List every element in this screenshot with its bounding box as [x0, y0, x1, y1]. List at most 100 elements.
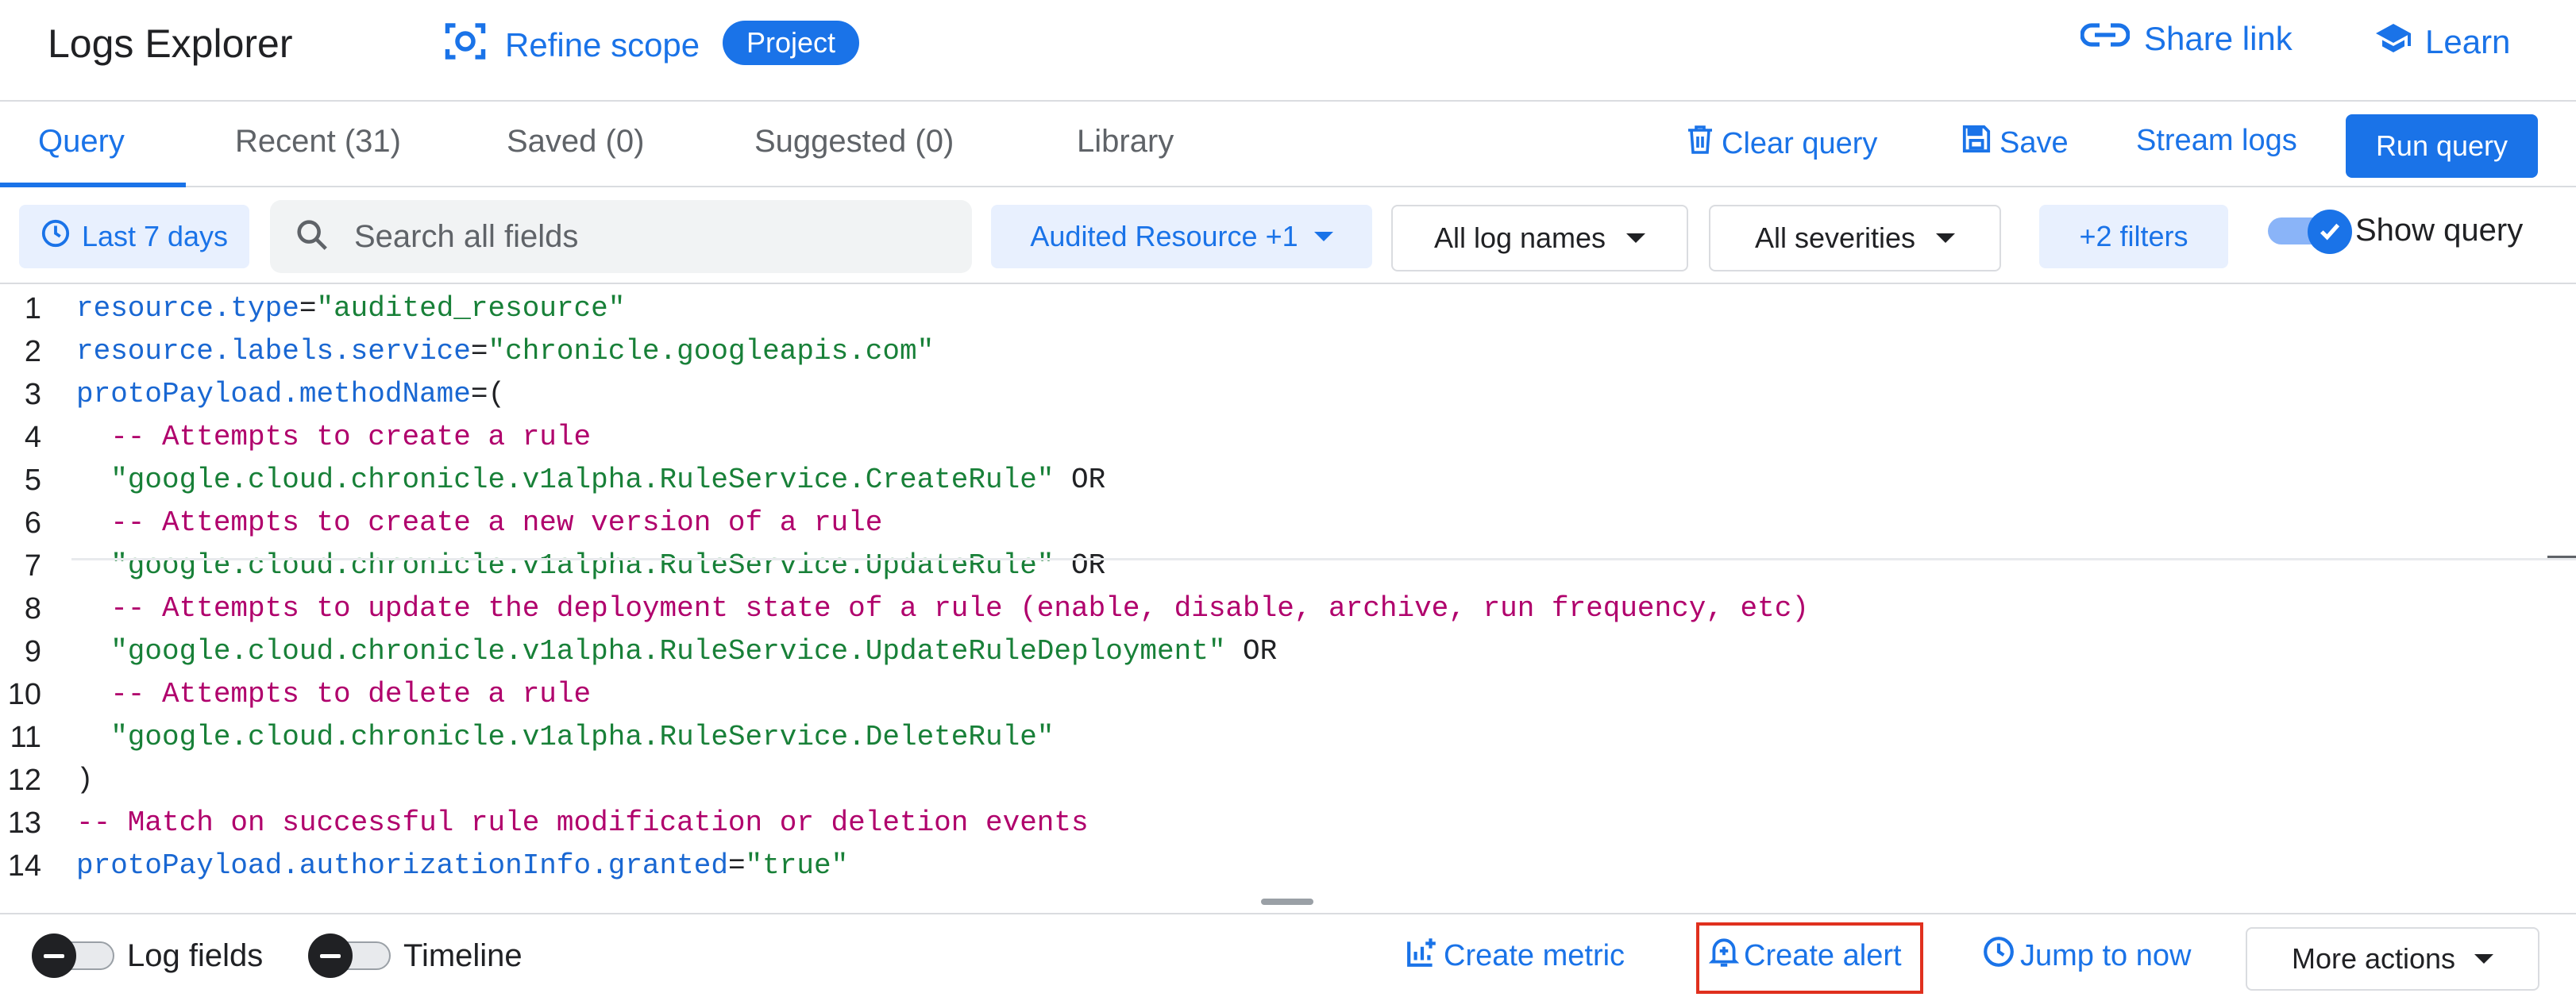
search-input[interactable]: [354, 218, 958, 255]
school-icon: [2374, 19, 2412, 65]
time-range-button[interactable]: Last 7 days: [19, 205, 249, 268]
active-tab-indicator: [0, 183, 186, 187]
toggle-switch-on[interactable]: [2268, 210, 2352, 254]
severities-dropdown[interactable]: All severities: [1709, 205, 2001, 271]
tab-recent[interactable]: Recent (31): [235, 124, 401, 160]
save-button[interactable]: Save: [1961, 124, 2069, 162]
code-line[interactable]: 14 protoPayload.authorizationInfo.granted…: [0, 845, 2576, 887]
project-badge[interactable]: Project: [723, 21, 860, 65]
code-line[interactable]: 4 -- Attempts to create a rule: [0, 416, 2576, 459]
code-text: "google.cloud.chronicle.v1alpha.RuleServ…: [76, 630, 1277, 673]
code-token-comment: -- Attempts to update the deployment sta…: [76, 592, 1809, 625]
code-line[interactable]: 2 resource.labels.service="chronicle.goog…: [0, 330, 2576, 373]
resource-dropdown[interactable]: Audited Resource +1: [991, 205, 1372, 268]
code-text: -- Attempts to update the deployment sta…: [76, 587, 1809, 630]
code-line[interactable]: 1 resource.type="audited_resource": [0, 287, 2576, 330]
tab-library[interactable]: Library: [1077, 124, 1174, 160]
refine-scope-label: Refine scope: [505, 26, 700, 64]
toggle-switch-off[interactable]: [32, 933, 114, 978]
tab-query[interactable]: Query: [38, 124, 125, 160]
line-number: 6: [24, 506, 41, 540]
code-token-op: ): [76, 764, 94, 796]
learn-button[interactable]: Learn: [2374, 19, 2510, 65]
jump-to-now-label: Jump to now: [2020, 938, 2192, 972]
refine-scope-button[interactable]: Refine scope: [442, 17, 700, 73]
code-token-str: "google.cloud.chronicle.v1alpha.RuleServ…: [76, 464, 1055, 496]
code-token-comment: -- Attempts to create a new version of a…: [76, 506, 883, 539]
resize-handle[interactable]: [1261, 899, 1313, 905]
line-number: 1: [24, 292, 41, 325]
log-names-dropdown[interactable]: All log names: [1391, 205, 1688, 271]
more-filters-button[interactable]: +2 filters: [2039, 205, 2228, 268]
code-token-str: "chronicle.googleapis.com": [488, 335, 935, 368]
minus-icon: [32, 933, 76, 978]
code-token-field: resource.labels.service: [76, 335, 471, 368]
code-line[interactable]: 8 -- Attempts to update the deployment s…: [0, 587, 2576, 630]
code-line[interactable]: 11 "google.cloud.chronicle.v1alpha.RuleS…: [0, 716, 2576, 759]
line-number: 12: [7, 764, 41, 797]
chevron-down-icon: [1313, 232, 1333, 241]
timeline-toggle[interactable]: Timeline: [308, 933, 523, 978]
code-text: -- Attempts to create a new version of a…: [76, 502, 882, 545]
create-alert-button[interactable]: Create alert: [1708, 935, 1902, 976]
code-token-op: =: [727, 849, 746, 882]
code-line[interactable]: 9 "google.cloud.chronicle.v1alpha.RuleSe…: [0, 630, 2576, 673]
trash-icon: [1687, 124, 1714, 164]
code-line[interactable]: 5 "google.cloud.chronicle.v1alpha.RuleSe…: [0, 459, 2576, 502]
clock-icon: [1982, 935, 2015, 976]
line-number: 9: [24, 635, 41, 668]
tab-suggested[interactable]: Suggested (0): [754, 124, 954, 160]
create-metric-label: Create metric: [1444, 938, 1625, 972]
code-text: -- Attempts to create a rule: [76, 416, 591, 459]
severities-label: All severities: [1754, 221, 1916, 254]
create-alert-label: Create alert: [1744, 938, 1902, 972]
toggle-switch-off[interactable]: [308, 933, 391, 978]
code-line[interactable]: 7 "google.cloud.chronicle.v1alpha.RuleSe…: [0, 545, 2576, 587]
code-line[interactable]: 3 protoPayload.methodName=(: [0, 373, 2576, 416]
run-query-button[interactable]: Run query: [2346, 114, 2538, 178]
metric-icon: [1406, 935, 1439, 976]
share-link-button[interactable]: Share link: [2080, 19, 2293, 59]
clear-query-button[interactable]: Clear query: [1687, 124, 1877, 164]
jump-to-now-button[interactable]: Jump to now: [1982, 935, 2191, 976]
log-fields-label: Log fields: [127, 937, 264, 973]
code-line[interactable]: 6 -- Attempts to create a new version of…: [0, 502, 2576, 545]
show-query-toggle[interactable]: Show query: [2268, 210, 2524, 254]
link-icon: [2080, 19, 2131, 59]
code-line[interactable]: 10 -- Attempts to delete a rule: [0, 673, 2576, 716]
chevron-down-icon: [1626, 233, 1646, 243]
search-field[interactable]: [270, 200, 972, 273]
code-line[interactable]: 13 -- Match on successful rule modificati…: [0, 802, 2576, 845]
code-text: "google.cloud.chronicle.v1alpha.RuleServ…: [76, 545, 1105, 587]
check-icon: [2308, 210, 2352, 254]
show-query-label: Show query: [2355, 212, 2524, 248]
line-number: 14: [7, 849, 41, 883]
more-actions-dropdown[interactable]: More actions: [2246, 927, 2539, 991]
code-line[interactable]: 12): [0, 759, 2576, 802]
minus-icon: [308, 933, 353, 978]
code-token-op: OR: [1054, 464, 1106, 496]
create-metric-button[interactable]: Create metric: [1406, 935, 1625, 976]
line-number: 5: [24, 464, 41, 497]
log-names-label: All log names: [1433, 221, 1606, 254]
code-token-comment: -- Match on successful rule modification…: [76, 806, 1089, 839]
code-token-op: OR: [1225, 635, 1278, 668]
share-link-label: Share link: [2144, 20, 2293, 57]
code-token-op: OR: [1054, 549, 1106, 582]
code-text: "google.cloud.chronicle.v1alpha.RuleServ…: [76, 459, 1105, 502]
code-token-str: "audited_resource": [316, 292, 626, 325]
code-token-str: "google.cloud.chronicle.v1alpha.RuleServ…: [76, 721, 1055, 753]
clear-query-label: Clear query: [1722, 126, 1878, 160]
time-range-label: Last 7 days: [81, 220, 229, 252]
code-token-field: protoPayload.authorizationInfo.granted: [76, 849, 728, 882]
scope-icon: [442, 17, 489, 73]
tab-saved[interactable]: Saved (0): [507, 124, 644, 160]
scrollbar-marker: [2547, 556, 2576, 558]
save-icon: [1961, 124, 1992, 162]
code-text: resource.type="audited_resource": [76, 287, 625, 330]
log-fields-toggle[interactable]: Log fields: [32, 933, 263, 978]
query-editor[interactable]: 1 resource.type="audited_resource" 2 resour…: [0, 286, 2576, 883]
line-number: 4: [24, 421, 41, 454]
app-header: Logs Explorer Refine scope Project Share…: [0, 0, 2576, 102]
stream-logs-button[interactable]: Stream logs: [2136, 124, 2297, 158]
